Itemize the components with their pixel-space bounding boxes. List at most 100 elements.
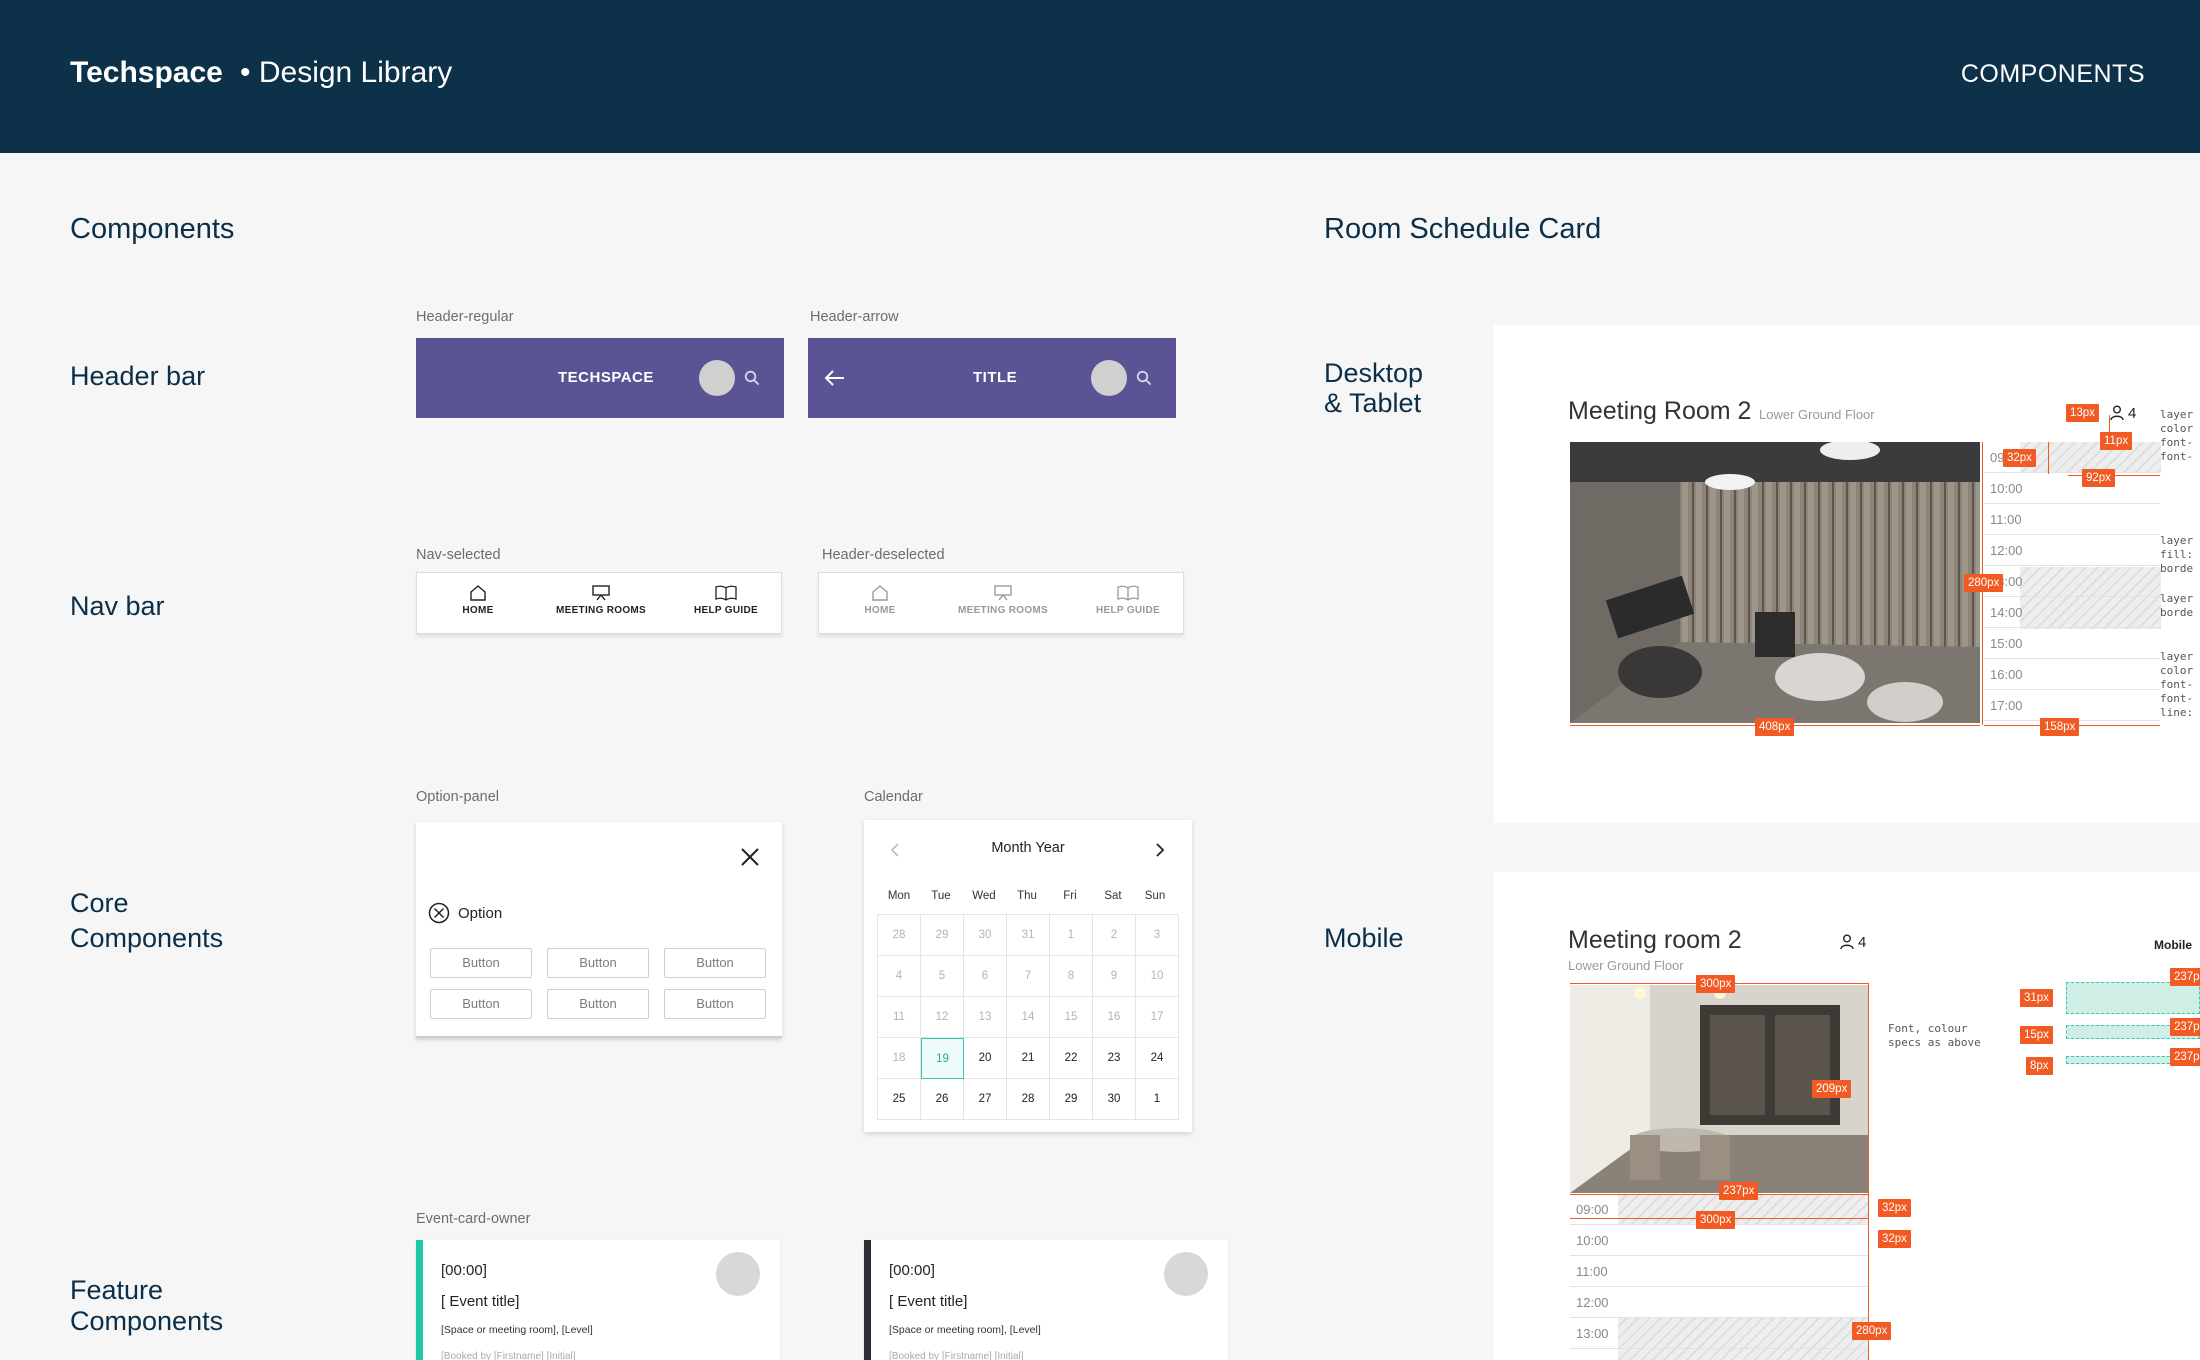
time-slot[interactable]: 12:00 [1984,535,2160,566]
nav-item-home[interactable]: HOME [423,585,533,616]
calendar-grid: 28 29 30 31 1 2 3 4 5 6 7 8 9 10 11 12 13 14 15 16 17 18 19 20 2… [877,914,1179,1120]
app-header: Techspace • Design Library COMPONENTS [0,0,2200,153]
calendar-day[interactable]: 2 [1093,915,1136,956]
calendar-day[interactable]: 29 [1050,1079,1093,1120]
calendar-day[interactable]: 3 [1136,915,1179,956]
calendar-day[interactable]: 1 [1050,915,1093,956]
nav-item-label: MEETING ROOMS [957,605,1048,616]
calendar-day[interactable]: 5 [921,956,964,997]
calendar-day[interactable]: 22 [1050,1038,1093,1079]
calendar-day[interactable]: 12 [921,997,964,1038]
time-slot[interactable]: 10:00 [1570,1225,1868,1256]
calendar-day[interactable]: 18 [878,1038,921,1079]
mobile-room-card: Meeting room 2 Lower Ground Floor 4 09:0… [1494,872,2200,1360]
close-icon[interactable] [739,846,761,868]
panel-button[interactable]: Button [547,989,649,1019]
time-slot[interactable]: 17:00 [1984,690,2160,721]
calendar-day[interactable]: 29 [921,915,964,956]
nav-item-home[interactable]: HOME [825,585,935,616]
panel-button[interactable]: Button [664,989,766,1019]
panel-button[interactable]: Button [547,948,649,978]
spec-tag: 13px [2066,404,2099,422]
weekday-label: Fri [1063,890,1077,902]
calendar-day[interactable]: 26 [921,1079,964,1120]
calendar-day[interactable]: 4 [878,956,921,997]
time-slot[interactable]: 15:00 [1984,628,2160,659]
header-arrow-component: TITLE [808,338,1176,418]
spec-tag: 300px [1696,1211,1736,1229]
header-regular-component: TECHSPACE [416,338,784,418]
calendar-day[interactable]: 30 [964,915,1007,956]
panel-button[interactable]: Button [430,948,532,978]
close-circle-icon[interactable] [428,902,450,924]
spec-note: Font, colour specs as above [1888,1022,1981,1049]
calendar-day[interactable]: 28 [878,915,921,956]
calendar-day[interactable]: 1 [1136,1079,1179,1120]
time-slot[interactable]: 11:00 [1984,504,2160,535]
calendar-day[interactable]: 9 [1093,956,1136,997]
calendar-day[interactable]: 27 [964,1079,1007,1120]
avatar[interactable] [1091,360,1127,396]
spec-tag: 209px [1812,1080,1852,1098]
chevron-right-icon[interactable] [1154,842,1166,858]
weekday-label: Tue [931,890,951,902]
calendar-day[interactable]: 24 [1136,1038,1179,1079]
search-icon[interactable] [1136,370,1152,386]
room-name: Meeting Room 2 [1568,397,1752,425]
mobile-spec-title: Mobile [2154,938,2192,952]
person-icon [1840,934,1854,950]
panel-button[interactable]: Button [430,989,532,1019]
nav-bar-deselected: HOME MEETING ROOMS HELP GUIDE [818,572,1184,634]
nav-item-label: MEETING ROOMS [555,605,646,616]
calendar-day[interactable]: 10 [1136,956,1179,997]
calendar-day[interactable]: 25 [878,1079,921,1120]
brand-name: Techspace [70,56,223,89]
caption-header-regular: Header-regular [416,309,514,325]
nav-item-help-guide[interactable]: HELP GUIDE [671,585,781,616]
nav-item-label: HELP GUIDE [1096,605,1160,616]
calendar-day[interactable]: 16 [1093,997,1136,1038]
panel-button[interactable]: Button [664,948,766,978]
calendar-day[interactable]: 15 [1050,997,1093,1038]
time-slot[interactable]: 14:00 [1984,597,2160,628]
calendar-day[interactable]: 20 [964,1038,1007,1079]
row-label-header-bar: Header bar [70,361,206,391]
calendar-day[interactable]: 6 [964,956,1007,997]
calendar-day[interactable]: 23 [1093,1038,1136,1079]
back-arrow-icon[interactable] [824,369,846,387]
time-slot[interactable]: 10:00 [1984,473,2160,504]
time-slot[interactable]: 13:00 [1984,566,2160,597]
time-slot[interactable]: 11:00 [1570,1256,1868,1287]
calendar-day[interactable]: 7 [1007,956,1050,997]
event-card[interactable]: [00:00] [ Event title] [Space or meeting… [864,1240,1228,1360]
weekday-label: Thu [1017,890,1037,902]
calendar-day[interactable]: 8 [1050,956,1093,997]
search-icon[interactable] [744,370,760,386]
spec-notes: layer color font-font- layer fill: borde l… [2160,408,2194,719]
nav-item-help-guide[interactable]: HELP GUIDE [1073,585,1183,616]
label-mobile: Mobile [1324,923,1404,953]
calendar-day[interactable]: 30 [1093,1079,1136,1120]
time-slot[interactable]: 12:00 [1570,1287,1868,1318]
nav-item-meeting-rooms[interactable]: MEETING ROOMS [948,585,1058,616]
room-schedule-card-title: Room Schedule Card [1324,213,1602,245]
calendar-day[interactable]: 28 [1007,1079,1050,1120]
calendar-day[interactable]: 11 [878,997,921,1038]
page-section-link[interactable]: COMPONENTS [1961,60,2145,89]
time-slot[interactable]: 16:00 [1984,659,2160,690]
event-card[interactable]: [00:00] [ Event title] [Space or meeting… [416,1240,780,1360]
room-photo [1570,442,1980,723]
event-card-accent [416,1240,423,1360]
calendar-day[interactable]: 14 [1007,997,1050,1038]
calendar-day[interactable]: 19 [921,1038,964,1079]
calendar-day[interactable]: 13 [964,997,1007,1038]
calendar-day[interactable]: 31 [1007,915,1050,956]
time-slot[interactable]: 13:00 [1570,1318,1868,1349]
calendar-day[interactable]: 21 [1007,1038,1050,1079]
avatar[interactable] [699,360,735,396]
nav-item-meeting-rooms[interactable]: MEETING ROOMS [546,585,656,616]
avatar [1164,1252,1208,1296]
measure-line [2048,442,2049,474]
event-booked-by: [Booked by [Firstname] [Initial] [441,1351,576,1360]
calendar-day[interactable]: 17 [1136,997,1179,1038]
